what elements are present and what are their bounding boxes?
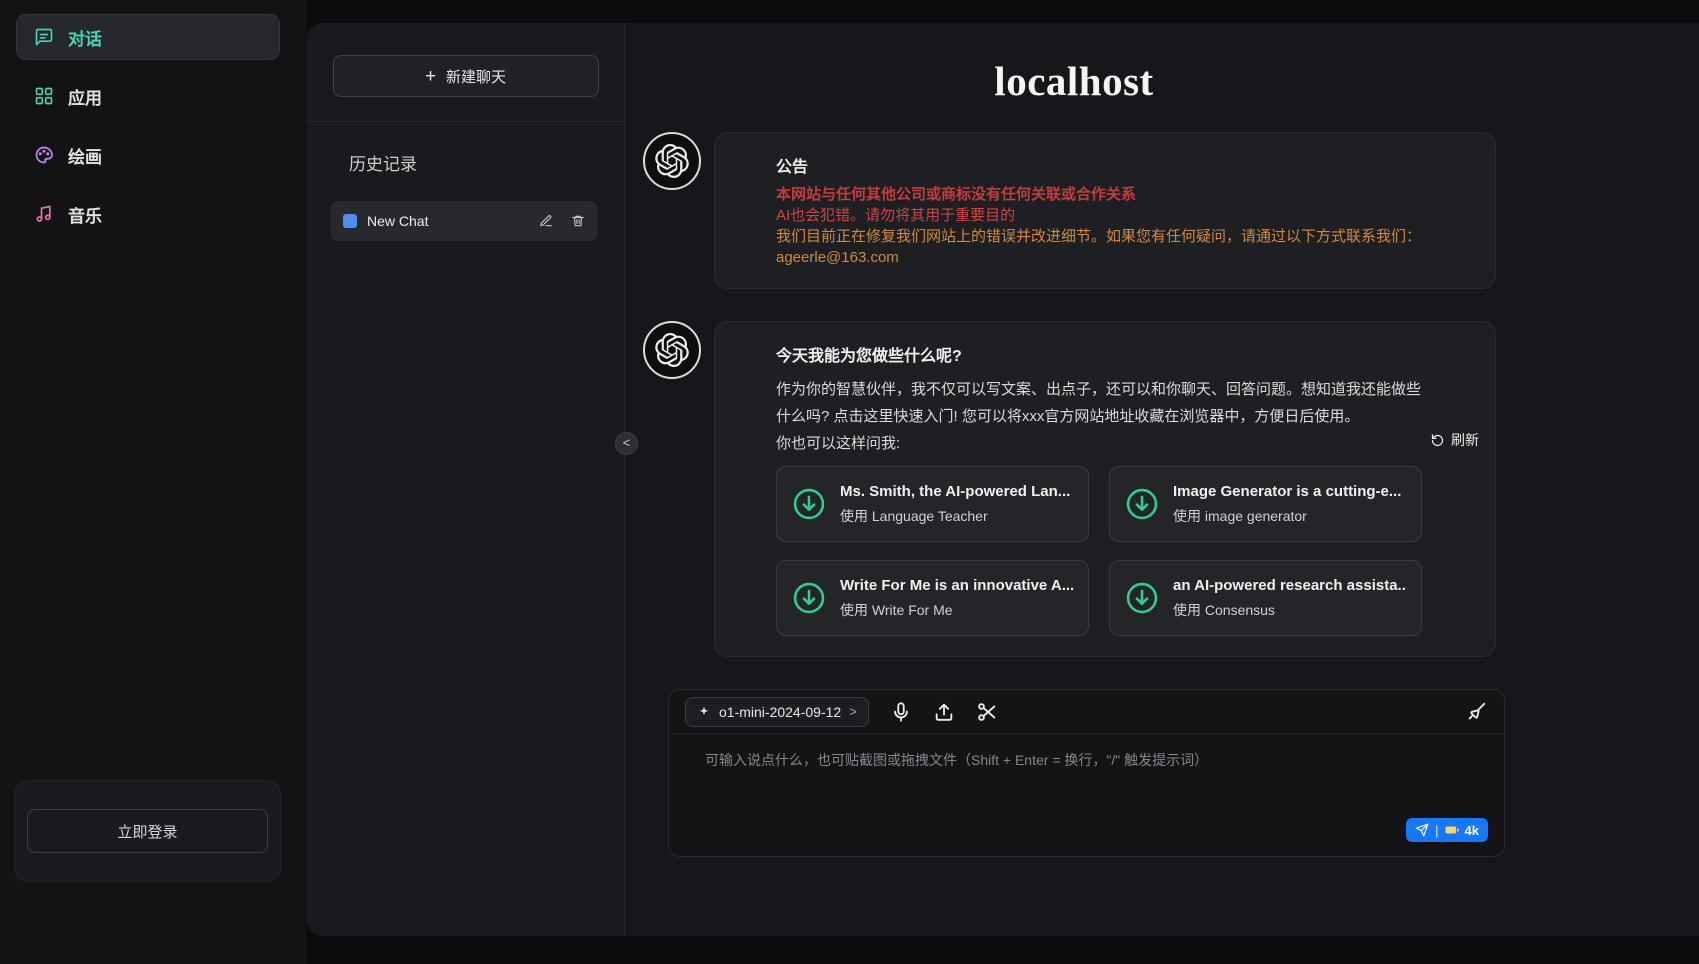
login-panel: 立即登录	[14, 780, 281, 882]
model-selector[interactable]: o1-mini-2024-09-12 >	[685, 697, 869, 727]
sidebar-item-draw[interactable]: 绘画	[16, 132, 280, 178]
assistant-avatar	[643, 132, 701, 190]
arrow-down-circle-icon	[1124, 486, 1160, 522]
welcome-title: 今天我能为您做些什么呢?	[776, 342, 1435, 366]
app-root: 对话 应用 绘画 音乐 立即登录 +	[0, 0, 1699, 964]
chat-list-item[interactable]: New Chat	[331, 201, 597, 241]
sparkle-icon	[697, 705, 711, 719]
assistant-avatar	[643, 321, 701, 379]
plus-icon: +	[425, 67, 436, 86]
send-icon	[1415, 823, 1429, 837]
new-chat-label: 新建聊天	[446, 66, 506, 87]
suggestion-card[interactable]: Image Generator is a cutting-e... 使用 ima…	[1109, 466, 1422, 542]
refresh-label: 刷新	[1451, 430, 1479, 450]
upload-icon	[933, 701, 955, 723]
sidebar-item-label: 对话	[68, 25, 102, 50]
apps-grid-icon	[34, 86, 54, 106]
suggestion-title: Ms. Smith, the AI-powered Lan...	[840, 483, 1070, 500]
chevron-left-icon: <	[623, 435, 631, 450]
announcement-line: AI也会犯错。请勿将其用于重要目的	[776, 205, 1435, 226]
suggestion-title: an AI-powered research assista...	[1173, 577, 1407, 594]
login-button[interactable]: 立即登录	[27, 809, 268, 853]
sidebar-item-apps[interactable]: 应用	[16, 73, 280, 119]
sidebar-item-chat[interactable]: 对话	[16, 14, 280, 60]
suggestion-card[interactable]: Ms. Smith, the AI-powered Lan... 使用 Lang…	[776, 466, 1089, 542]
arrow-down-circle-icon	[791, 486, 827, 522]
primary-sidebar: 对话 应用 绘画 音乐 立即登录	[0, 0, 307, 964]
sidebar-item-label: 应用	[68, 84, 102, 109]
workspace: + 新建聊天 历史记录 New Chat localhost	[307, 23, 1699, 936]
mic-icon	[890, 701, 912, 723]
composer-body: | 4k	[669, 734, 1504, 856]
upload-button[interactable]	[933, 701, 955, 723]
scissors-icon	[976, 701, 998, 723]
sidebar-item-music[interactable]: 音乐	[16, 191, 280, 237]
composer: o1-mini-2024-09-12 >	[668, 689, 1505, 857]
new-chat-button[interactable]: + 新建聊天	[333, 55, 599, 97]
badge-divider: |	[1435, 823, 1438, 838]
chat-list-panel: + 新建聊天 历史记录 New Chat	[307, 23, 625, 936]
history-title: 历史记录	[349, 150, 624, 175]
arrow-down-circle-icon	[791, 580, 827, 616]
suggestion-subtitle: 使用 Consensus	[1173, 600, 1407, 620]
music-note-icon	[34, 204, 54, 224]
broom-icon	[1466, 701, 1488, 723]
sidebar-item-label: 音乐	[68, 202, 102, 227]
announcement-title: 公告	[776, 153, 1435, 177]
suggestion-grid: Ms. Smith, the AI-powered Lan... 使用 Lang…	[776, 466, 1435, 636]
mic-button[interactable]	[890, 701, 912, 723]
ask-line: 你也可以这样问我:	[776, 430, 1435, 457]
refresh-button[interactable]: 刷新	[1430, 430, 1479, 450]
delete-icon[interactable]	[571, 214, 585, 228]
token-count: 4k	[1465, 823, 1479, 838]
openai-logo-icon	[655, 144, 689, 178]
arrow-down-circle-icon	[1124, 580, 1160, 616]
message-bubble: 公告 本网站与任何其他公司或商标没有任何关联或合作关系 AI也会犯错。请勿将其用…	[714, 132, 1496, 289]
model-name: o1-mini-2024-09-12	[719, 704, 841, 720]
screenshot-button[interactable]	[976, 701, 998, 723]
announcement-line: 我们目前正在修复我们网站上的错误并改进细节。如果您有任何疑问，请通过以下方式联系…	[776, 226, 1435, 247]
chat-icon	[34, 27, 54, 47]
chat-item-title: New Chat	[367, 213, 529, 229]
page-title: localhost	[643, 57, 1505, 105]
message-announcement: 公告 本网站与任何其他公司或商标没有任何关联或合作关系 AI也会犯错。请勿将其用…	[643, 132, 1505, 289]
battery-icon	[1445, 823, 1459, 837]
contact-email-link[interactable]: ageerle@163.com	[776, 247, 899, 268]
chat-main: localhost 公告 本网站与任何其他公司或商标没有任何关联或合作关系 AI…	[625, 23, 1699, 936]
suggestion-subtitle: 使用 Language Teacher	[840, 506, 1070, 526]
divider	[307, 121, 624, 122]
message-bubble: 今天我能为您做些什么呢? 作为你的智慧伙伴，我不仅可以写文案、出点子，还可以和你…	[714, 321, 1496, 657]
suggestion-card[interactable]: an AI-powered research assista... 使用 Con…	[1109, 560, 1422, 636]
suggestion-subtitle: 使用 Write For Me	[840, 600, 1074, 620]
refresh-icon	[1430, 433, 1445, 448]
composer-toolbar: o1-mini-2024-09-12 >	[669, 690, 1504, 734]
clear-context-button[interactable]	[1466, 701, 1488, 723]
palette-icon	[34, 145, 54, 165]
message-input[interactable]	[705, 750, 1468, 812]
edit-icon[interactable]	[539, 214, 553, 228]
sidebar-item-label: 绘画	[68, 143, 102, 168]
welcome-body: 作为你的智慧伙伴，我不仅可以写文案、出点子，还可以和你聊天、回答问题。想知道我还…	[776, 376, 1435, 430]
send-token-badge[interactable]: | 4k	[1406, 818, 1488, 842]
chat-item-icon	[343, 214, 357, 228]
suggestion-subtitle: 使用 image generator	[1173, 506, 1401, 526]
suggestion-title: Image Generator is a cutting-e...	[1173, 483, 1401, 500]
announcement-line: 本网站与任何其他公司或商标没有任何关联或合作关系	[776, 184, 1435, 205]
openai-logo-icon	[655, 333, 689, 367]
chevron-right-icon: >	[849, 704, 857, 719]
suggestion-title: Write For Me is an innovative A...	[840, 577, 1074, 594]
collapse-sidebar-button[interactable]: <	[615, 432, 638, 455]
suggestion-card[interactable]: Write For Me is an innovative A... 使用 Wr…	[776, 560, 1089, 636]
message-welcome: 今天我能为您做些什么呢? 作为你的智慧伙伴，我不仅可以写文案、出点子，还可以和你…	[643, 321, 1505, 657]
